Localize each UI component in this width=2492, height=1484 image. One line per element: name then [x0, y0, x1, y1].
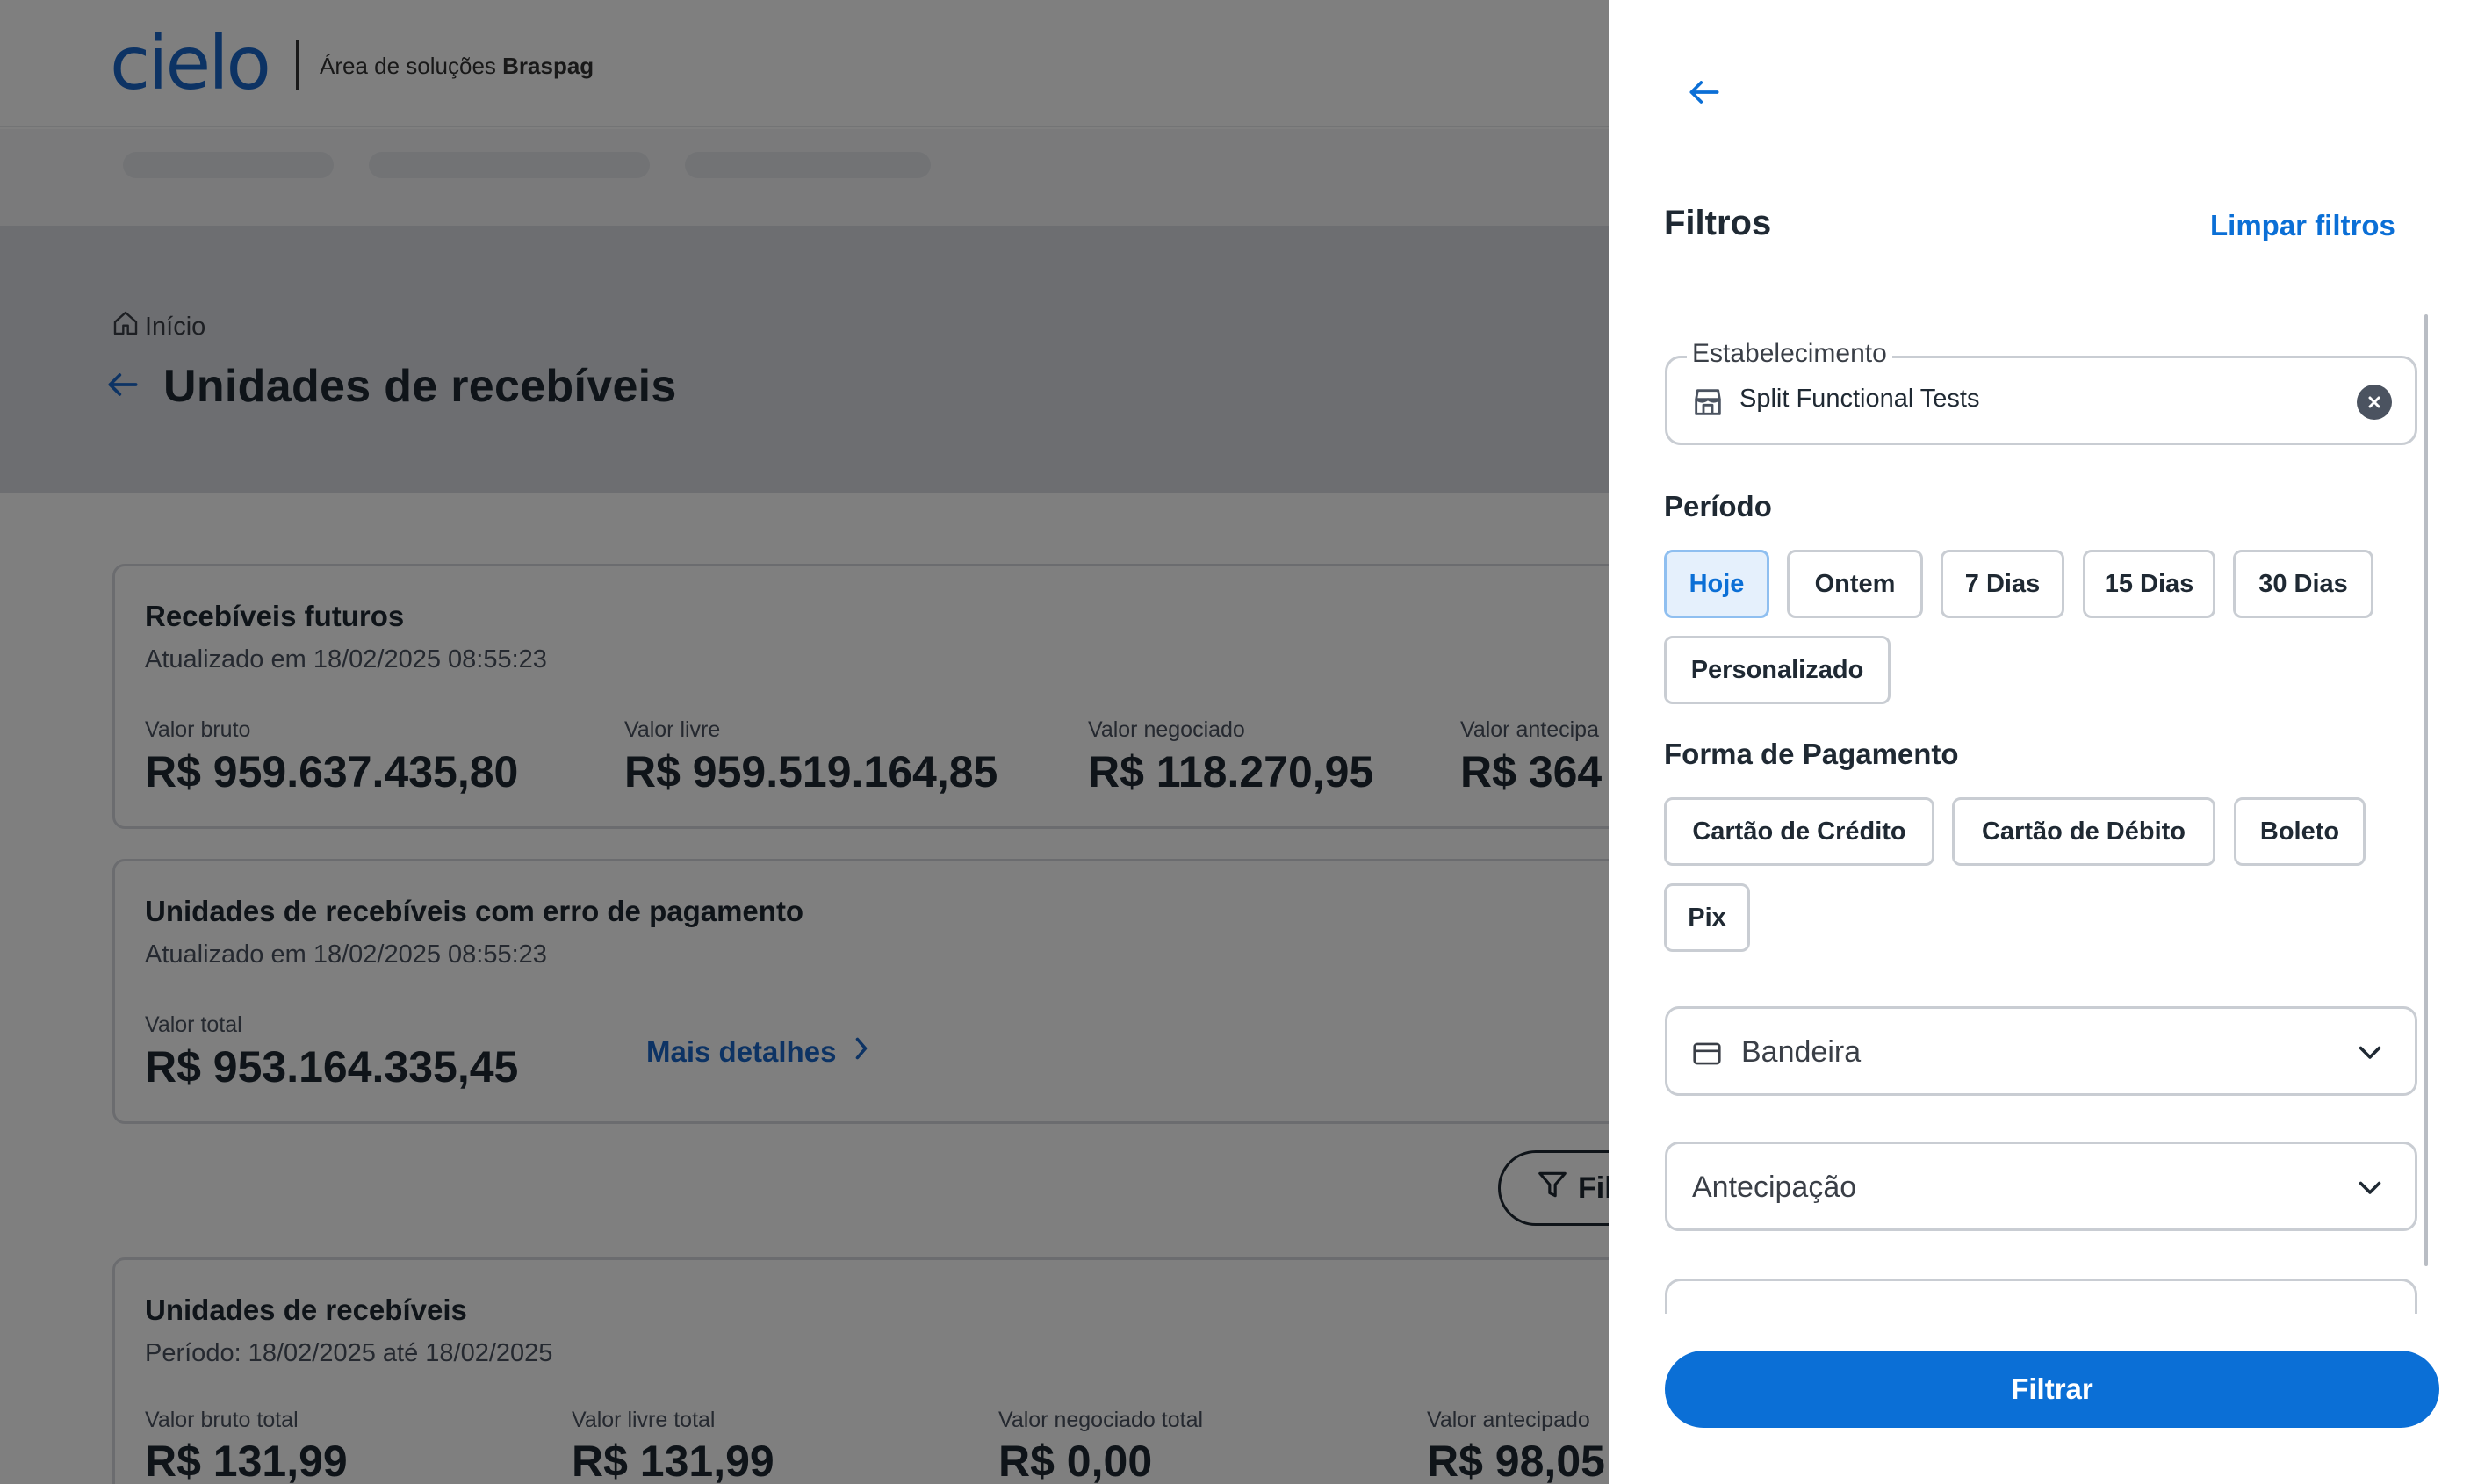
- clear-filters-link[interactable]: Limpar filtros: [2210, 209, 2395, 242]
- drawer-scrollbar[interactable]: [2424, 314, 2428, 1266]
- period-chip-today[interactable]: Hoje: [1664, 550, 1769, 618]
- close-circle-icon[interactable]: [2357, 385, 2392, 420]
- establishment-legend: Estabelecimento: [1687, 339, 1892, 369]
- period-chip-yesterday[interactable]: Ontem: [1787, 550, 1923, 618]
- drawer-back-button[interactable]: [1681, 70, 1728, 118]
- credit-card-icon: [1690, 1037, 1725, 1072]
- flag-select[interactable]: Bandeira: [1665, 1006, 2417, 1096]
- period-chip-custom[interactable]: Personalizado: [1664, 636, 1891, 704]
- payment-method-label: Forma de Pagamento: [1664, 738, 1959, 770]
- period-chip-7-days[interactable]: 7 Dias: [1941, 550, 2064, 618]
- payment-chip-debit[interactable]: Cartão de Débito: [1952, 797, 2215, 866]
- chevron-down-icon: [2357, 1042, 2383, 1066]
- flag-select-text: Bandeira: [1741, 1035, 1862, 1069]
- period-chip-15-days[interactable]: 15 Dias: [2083, 550, 2215, 618]
- establishment-value: Split Functional Tests: [1739, 385, 1980, 413]
- filter-submit-button[interactable]: Filtrar: [1665, 1351, 2439, 1428]
- filters-drawer: Filtros Limpar filtros Estabelecimento S…: [1609, 0, 2492, 1484]
- anticipation-select-text: Antecipação: [1692, 1171, 1857, 1204]
- period-label: Período: [1664, 490, 1772, 522]
- arrow-left-icon: [1685, 73, 1724, 116]
- chevron-down-icon: [2357, 1178, 2383, 1201]
- period-chip-30-days[interactable]: 30 Dias: [2233, 550, 2373, 618]
- next-filter-field[interactable]: [1665, 1279, 2417, 1314]
- drawer-title: Filtros: [1664, 204, 1772, 242]
- payment-chip-pix[interactable]: Pix: [1664, 883, 1750, 952]
- anticipation-select[interactable]: Antecipação: [1665, 1142, 2417, 1231]
- modal-backdrop[interactable]: [0, 0, 1609, 1484]
- payment-chip-boleto[interactable]: Boleto: [2234, 797, 2366, 866]
- store-icon: [1690, 385, 1725, 420]
- establishment-field[interactable]: Estabelecimento Split Functional Tests: [1665, 339, 2417, 445]
- payment-chip-credit[interactable]: Cartão de Crédito: [1664, 797, 1934, 866]
